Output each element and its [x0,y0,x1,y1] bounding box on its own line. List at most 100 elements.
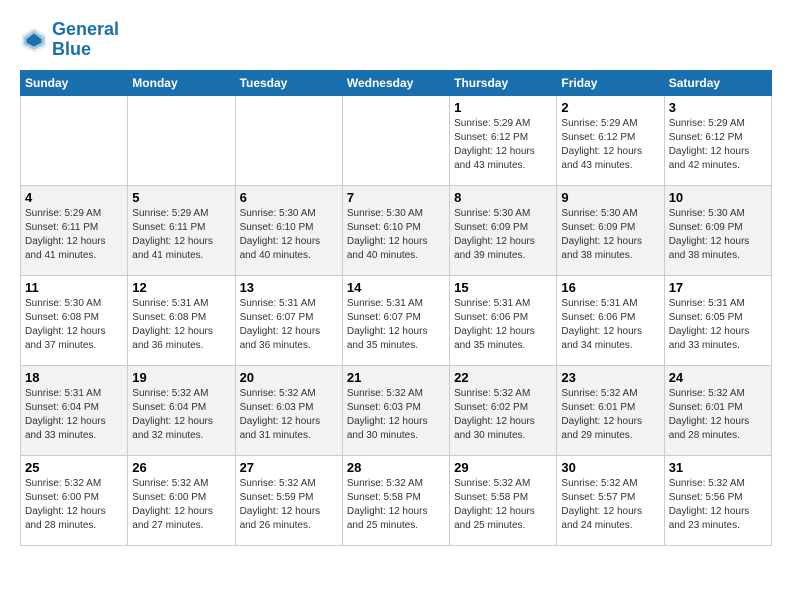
day-number: 22 [454,370,552,385]
day-info: Sunrise: 5:31 AM Sunset: 6:04 PM Dayligh… [25,387,123,443]
day-number: 18 [25,370,123,385]
calendar-cell: 30 Sunrise: 5:32 AM Sunset: 5:57 PM Dayli… [557,455,664,545]
calendar-cell: 10 Sunrise: 5:30 AM Sunset: 6:09 PM Dayli… [664,185,771,275]
calendar-cell: 29 Sunrise: 5:32 AM Sunset: 5:58 PM Dayli… [450,455,557,545]
calendar-week-row: 1 Sunrise: 5:29 AM Sunset: 6:12 PM Daylig… [21,95,772,185]
calendar-cell: 31 Sunrise: 5:32 AM Sunset: 5:56 PM Dayli… [664,455,771,545]
day-number: 28 [347,460,445,475]
day-of-week-header: Wednesday [342,70,449,95]
day-number: 11 [25,280,123,295]
day-number: 19 [132,370,230,385]
day-info: Sunrise: 5:32 AM Sunset: 6:00 PM Dayligh… [132,477,230,533]
calendar-cell: 12 Sunrise: 5:31 AM Sunset: 6:08 PM Dayli… [128,275,235,365]
day-number: 7 [347,190,445,205]
calendar-cell: 13 Sunrise: 5:31 AM Sunset: 6:07 PM Dayli… [235,275,342,365]
calendar-cell: 7Sunrise: 5:30 AM Sunset: 6:10 PM Daylig… [342,185,449,275]
logo-text: General Blue [52,20,119,60]
day-info: Sunrise: 5:32 AM Sunset: 6:01 PM Dayligh… [561,387,659,443]
day-number: 15 [454,280,552,295]
day-info: Sunrise: 5:31 AM Sunset: 6:07 PM Dayligh… [240,297,338,353]
calendar-cell: 8Sunrise: 5:30 AM Sunset: 6:09 PM Daylig… [450,185,557,275]
day-info: Sunrise: 5:32 AM Sunset: 5:58 PM Dayligh… [454,477,552,533]
calendar-cell: 1 Sunrise: 5:29 AM Sunset: 6:12 PM Daylig… [450,95,557,185]
day-info: Sunrise: 5:30 AM Sunset: 6:10 PM Dayligh… [240,207,338,263]
day-number: 1 [454,100,552,115]
day-number: 5 [132,190,230,205]
day-info: Sunrise: 5:29 AM Sunset: 6:12 PM Dayligh… [454,117,552,173]
calendar-table: SundayMondayTuesdayWednesdayThursdayFrid… [20,70,772,546]
day-number: 16 [561,280,659,295]
day-number: 21 [347,370,445,385]
day-info: Sunrise: 5:30 AM Sunset: 6:08 PM Dayligh… [25,297,123,353]
calendar-cell: 28 Sunrise: 5:32 AM Sunset: 5:58 PM Dayli… [342,455,449,545]
calendar-cell [342,95,449,185]
calendar-cell: 3 Sunrise: 5:29 AM Sunset: 6:12 PM Daylig… [664,95,771,185]
day-info: Sunrise: 5:32 AM Sunset: 6:02 PM Dayligh… [454,387,552,443]
calendar-cell: 6Sunrise: 5:30 AM Sunset: 6:10 PM Daylig… [235,185,342,275]
calendar-cell: 9 Sunrise: 5:30 AM Sunset: 6:09 PM Daylig… [557,185,664,275]
calendar-cell [128,95,235,185]
day-number: 12 [132,280,230,295]
calendar-cell: 18 Sunrise: 5:31 AM Sunset: 6:04 PM Dayli… [21,365,128,455]
day-number: 23 [561,370,659,385]
day-info: Sunrise: 5:32 AM Sunset: 5:56 PM Dayligh… [669,477,767,533]
calendar-cell: 11 Sunrise: 5:30 AM Sunset: 6:08 PM Dayli… [21,275,128,365]
day-info: Sunrise: 5:32 AM Sunset: 6:03 PM Dayligh… [347,387,445,443]
day-number: 25 [25,460,123,475]
day-info: Sunrise: 5:29 AM Sunset: 6:11 PM Dayligh… [132,207,230,263]
calendar-week-row: 25 Sunrise: 5:32 AM Sunset: 6:00 PM Dayli… [21,455,772,545]
logo: General Blue [20,20,119,60]
calendar-cell [21,95,128,185]
calendar-cell: 21 Sunrise: 5:32 AM Sunset: 6:03 PM Dayli… [342,365,449,455]
calendar-week-row: 18 Sunrise: 5:31 AM Sunset: 6:04 PM Dayli… [21,365,772,455]
day-info: Sunrise: 5:29 AM Sunset: 6:12 PM Dayligh… [561,117,659,173]
day-info: Sunrise: 5:31 AM Sunset: 6:06 PM Dayligh… [454,297,552,353]
day-number: 8 [454,190,552,205]
day-of-week-header: Friday [557,70,664,95]
day-info: Sunrise: 5:29 AM Sunset: 6:11 PM Dayligh… [25,207,123,263]
day-info: Sunrise: 5:30 AM Sunset: 6:09 PM Dayligh… [561,207,659,263]
day-info: Sunrise: 5:32 AM Sunset: 6:03 PM Dayligh… [240,387,338,443]
day-of-week-header: Monday [128,70,235,95]
day-info: Sunrise: 5:31 AM Sunset: 6:08 PM Dayligh… [132,297,230,353]
day-info: Sunrise: 5:30 AM Sunset: 6:09 PM Dayligh… [669,207,767,263]
day-number: 2 [561,100,659,115]
calendar-cell: 15 Sunrise: 5:31 AM Sunset: 6:06 PM Dayli… [450,275,557,365]
day-number: 3 [669,100,767,115]
day-number: 30 [561,460,659,475]
calendar-cell: 22 Sunrise: 5:32 AM Sunset: 6:02 PM Dayli… [450,365,557,455]
calendar-cell: 4 Sunrise: 5:29 AM Sunset: 6:11 PM Daylig… [21,185,128,275]
day-info: Sunrise: 5:32 AM Sunset: 5:57 PM Dayligh… [561,477,659,533]
logo-icon [20,26,48,54]
day-number: 9 [561,190,659,205]
day-number: 10 [669,190,767,205]
calendar-cell: 17Sunrise: 5:31 AM Sunset: 6:05 PM Dayli… [664,275,771,365]
day-of-week-header: Thursday [450,70,557,95]
calendar-cell: 19 Sunrise: 5:32 AM Sunset: 6:04 PM Dayli… [128,365,235,455]
day-info: Sunrise: 5:32 AM Sunset: 6:00 PM Dayligh… [25,477,123,533]
day-info: Sunrise: 5:31 AM Sunset: 6:06 PM Dayligh… [561,297,659,353]
day-of-week-header: Sunday [21,70,128,95]
day-number: 20 [240,370,338,385]
calendar-cell: 16 Sunrise: 5:31 AM Sunset: 6:06 PM Dayli… [557,275,664,365]
day-info: Sunrise: 5:32 AM Sunset: 5:58 PM Dayligh… [347,477,445,533]
calendar-cell [235,95,342,185]
calendar-week-row: 4 Sunrise: 5:29 AM Sunset: 6:11 PM Daylig… [21,185,772,275]
calendar-cell: 27Sunrise: 5:32 AM Sunset: 5:59 PM Dayli… [235,455,342,545]
day-info: Sunrise: 5:32 AM Sunset: 6:04 PM Dayligh… [132,387,230,443]
day-info: Sunrise: 5:32 AM Sunset: 6:01 PM Dayligh… [669,387,767,443]
calendar-cell: 14Sunrise: 5:31 AM Sunset: 6:07 PM Dayli… [342,275,449,365]
day-info: Sunrise: 5:29 AM Sunset: 6:12 PM Dayligh… [669,117,767,173]
calendar-cell: 26 Sunrise: 5:32 AM Sunset: 6:00 PM Dayli… [128,455,235,545]
calendar-header-row: SundayMondayTuesdayWednesdayThursdayFrid… [21,70,772,95]
day-number: 29 [454,460,552,475]
day-number: 4 [25,190,123,205]
day-info: Sunrise: 5:32 AM Sunset: 5:59 PM Dayligh… [240,477,338,533]
calendar-cell: 25 Sunrise: 5:32 AM Sunset: 6:00 PM Dayli… [21,455,128,545]
day-number: 24 [669,370,767,385]
day-number: 26 [132,460,230,475]
calendar-week-row: 11 Sunrise: 5:30 AM Sunset: 6:08 PM Dayli… [21,275,772,365]
day-number: 14 [347,280,445,295]
day-number: 31 [669,460,767,475]
day-number: 13 [240,280,338,295]
